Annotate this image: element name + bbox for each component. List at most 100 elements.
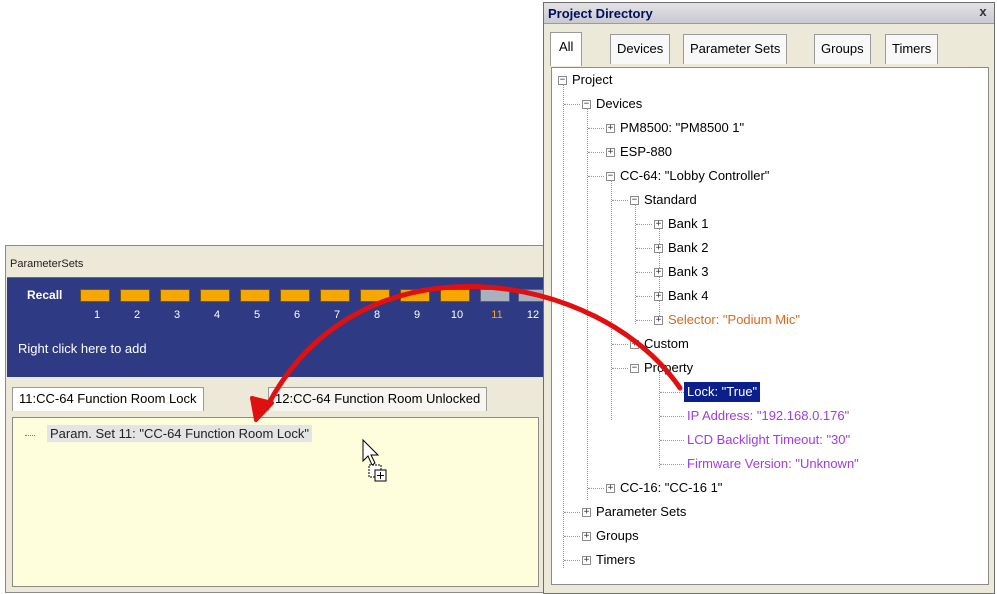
recall-number: 12 xyxy=(526,309,540,321)
tree-line xyxy=(660,440,684,441)
tree-line xyxy=(659,372,660,468)
collapse-icon[interactable]: − xyxy=(606,172,615,181)
tree-line xyxy=(564,104,580,105)
expand-icon[interactable]: + xyxy=(582,508,591,517)
parameter-set-content[interactable]: Param. Set 11: "CC-64 Function Room Lock… xyxy=(12,417,539,587)
tree-line xyxy=(564,536,580,537)
recall-number: 2 xyxy=(133,309,141,321)
tree-node-label: LCD Backlight Timeout: "30" xyxy=(687,432,851,447)
parameter-sets-panel: ParameterSets Recall 1 2 3 4 5 6 7 8 9 1… xyxy=(5,245,545,593)
tree-line xyxy=(587,108,588,500)
recall-number: 8 xyxy=(373,309,381,321)
collapse-icon[interactable]: − xyxy=(630,364,639,373)
tree-node-label: Standard xyxy=(644,192,697,207)
tree-line xyxy=(588,176,604,177)
parameter-set-tabs: 11:CC-64 Function Room Lock 12:CC-64 Fun… xyxy=(6,383,544,413)
tree-node-label: ESP-880 xyxy=(620,144,673,159)
recall-button-9[interactable] xyxy=(400,289,430,302)
expand-icon[interactable]: + xyxy=(606,148,615,157)
tree-line xyxy=(588,152,604,153)
tree-node-label: Custom xyxy=(644,336,689,351)
tree-line xyxy=(660,464,684,465)
close-icon[interactable]: x xyxy=(976,5,990,19)
tree-line xyxy=(612,368,628,369)
expand-icon[interactable]: + xyxy=(654,220,663,229)
tree-line xyxy=(612,200,628,201)
directory-tabs: All Devices Parameter Sets Groups Timers xyxy=(548,32,990,68)
tree-node-label: CC-64: "Lobby Controller" xyxy=(620,168,770,183)
recall-number: 3 xyxy=(173,309,181,321)
expand-icon[interactable]: + xyxy=(582,556,591,565)
recall-button-11[interactable] xyxy=(480,289,510,302)
collapse-icon[interactable]: − xyxy=(582,100,591,109)
tree-node-label: Parameter Sets xyxy=(596,504,687,519)
recall-area[interactable]: Recall 1 2 3 4 5 6 7 8 9 10 11 12 Right … xyxy=(7,277,545,377)
tree-line xyxy=(564,560,580,561)
tab-param-set-12[interactable]: 12:CC-64 Function Room Unlocked xyxy=(268,387,488,411)
add-hint[interactable]: Right click here to add xyxy=(18,341,147,356)
recall-number: 7 xyxy=(333,309,341,321)
project-directory-window: Project Directory x All Devices Paramete… xyxy=(543,2,995,594)
tree-node-label: Bank 4 xyxy=(668,288,709,303)
tree-node-label: Bank 2 xyxy=(668,240,709,255)
tree-line xyxy=(588,128,604,129)
tab-groups[interactable]: Groups xyxy=(814,34,871,64)
expand-icon[interactable]: + xyxy=(582,532,591,541)
tree-node-label: Groups xyxy=(596,528,639,543)
collapse-icon[interactable]: − xyxy=(630,196,639,205)
tab-param-set-11[interactable]: 11:CC-64 Function Room Lock xyxy=(12,387,204,411)
tab-timers[interactable]: Timers xyxy=(885,34,939,64)
tree-line xyxy=(564,512,580,513)
tree-line xyxy=(636,320,652,321)
expand-icon[interactable]: + xyxy=(654,268,663,277)
title-bar[interactable]: Project Directory x xyxy=(544,3,994,24)
tree-line xyxy=(611,180,612,420)
collapse-icon[interactable]: − xyxy=(558,76,567,85)
recall-number: 5 xyxy=(253,309,261,321)
tree-node-label: Selector: "Podium Mic" xyxy=(668,312,801,327)
recall-button-10[interactable] xyxy=(440,289,470,302)
tree-line xyxy=(636,248,652,249)
expand-icon[interactable]: + xyxy=(606,484,615,493)
tree-line xyxy=(563,84,564,568)
recall-button-6[interactable] xyxy=(280,289,310,302)
tab-parameter-sets[interactable]: Parameter Sets xyxy=(683,34,788,64)
recall-button-2[interactable] xyxy=(120,289,150,302)
recall-button-1[interactable] xyxy=(80,289,110,302)
param-set-item[interactable]: Param. Set 11: "CC-64 Function Room Lock… xyxy=(47,425,312,442)
tab-devices[interactable]: Devices xyxy=(610,34,671,64)
tree-node-label: PM8500: "PM8500 1" xyxy=(620,120,745,135)
project-tree[interactable]: − Project − Devices + PM8500: "PM8500 1"… xyxy=(551,67,989,585)
tree-node-label: Firmware Version: "Unknown" xyxy=(687,456,859,471)
tree-line xyxy=(660,416,684,417)
recall-button-5[interactable] xyxy=(240,289,270,302)
recall-number: 1 xyxy=(93,309,101,321)
tree-line xyxy=(636,224,652,225)
recall-button-7[interactable] xyxy=(320,289,350,302)
expand-icon[interactable]: + xyxy=(654,316,663,325)
recall-button-12[interactable] xyxy=(518,289,545,302)
expand-icon[interactable]: + xyxy=(606,124,615,133)
recall-button-4[interactable] xyxy=(200,289,230,302)
tree-line xyxy=(636,296,652,297)
tree-connector xyxy=(25,435,35,436)
recall-number: 6 xyxy=(293,309,301,321)
expand-icon[interactable]: + xyxy=(630,340,639,349)
tree-node-label: Bank 3 xyxy=(668,264,709,279)
parameter-sets-title: ParameterSets xyxy=(10,258,84,270)
recall-button-3[interactable] xyxy=(160,289,190,302)
tree-node-label: IP Address: "192.168.0.176" xyxy=(687,408,850,423)
tree-node-label: Lock: "True" xyxy=(684,382,761,402)
recall-button-8[interactable] xyxy=(360,289,390,302)
tree-node-label: Devices xyxy=(596,96,643,111)
tree-line xyxy=(635,204,636,324)
tree-line xyxy=(612,344,628,345)
tab-all[interactable]: All xyxy=(550,32,583,66)
tree-node-label: Project xyxy=(572,72,613,87)
tree-node-label: Timers xyxy=(596,552,636,567)
expand-icon[interactable]: + xyxy=(654,292,663,301)
window-title: Project Directory xyxy=(548,6,653,21)
tree-node-label: Property xyxy=(644,360,694,375)
recall-number: 9 xyxy=(413,309,421,321)
expand-icon[interactable]: + xyxy=(654,244,663,253)
